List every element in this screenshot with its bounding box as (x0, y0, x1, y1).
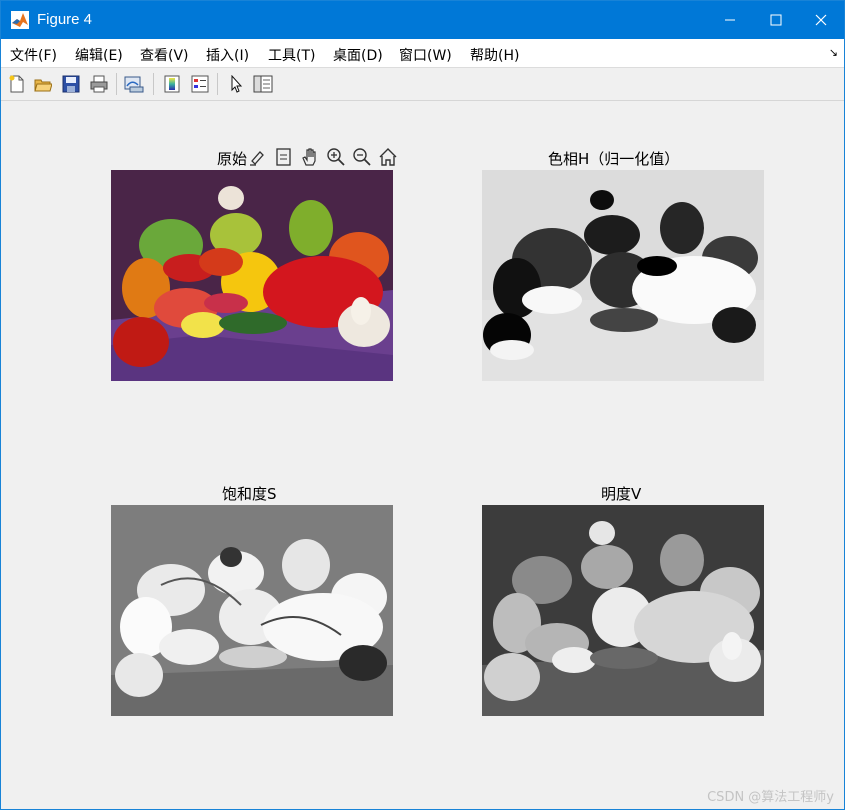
restore-view-home-icon[interactable] (377, 146, 399, 168)
menu-edit[interactable]: 编辑(E) (75, 45, 123, 65)
menu-desktop[interactable]: 桌面(D) (333, 45, 383, 65)
menu-file[interactable]: 文件(F) (10, 45, 57, 65)
minimize-button[interactable] (707, 1, 753, 39)
image-saturation-channel[interactable] (111, 505, 393, 716)
saturation-grayscale-image (111, 505, 393, 716)
watermark-text: CSDN @算法工程师y (707, 790, 834, 805)
new-figure-icon[interactable] (5, 72, 29, 96)
figure-canvas[interactable]: 原始 色相H（归一化值） 饱和度S 明度V CSDN @算法工程师y (1, 101, 844, 809)
image-hue-channel[interactable] (482, 170, 764, 381)
data-tips-icon[interactable] (273, 146, 295, 168)
menu-view[interactable]: 查看(V) (140, 45, 189, 65)
subplot-title-hue: 色相H（归一化值） (548, 150, 680, 168)
close-icon (815, 14, 827, 26)
hue-grayscale-image (482, 170, 764, 381)
toolbar-separator (116, 73, 117, 95)
menu-tools[interactable]: 工具(T) (268, 45, 315, 65)
matlab-logo-icon (11, 11, 29, 29)
window-title: Figure 4 (37, 11, 93, 28)
maximize-button[interactable] (753, 1, 799, 39)
menu-insert[interactable]: 插入(I) (206, 45, 249, 65)
pan-hand-icon[interactable] (299, 146, 321, 168)
insert-legend-icon[interactable] (188, 72, 212, 96)
close-button[interactable] (798, 1, 844, 39)
value-grayscale-image (482, 505, 764, 716)
maximize-icon (770, 14, 782, 26)
title-bar[interactable]: Figure 4 (1, 1, 844, 39)
zoom-in-icon[interactable] (325, 146, 347, 168)
insert-colorbar-icon[interactable] (160, 72, 184, 96)
edit-plot-pointer-icon[interactable] (224, 72, 248, 96)
axes-toolbar (247, 145, 399, 169)
menu-bar: 文件(F) 编辑(E) 查看(V) 插入(I) 工具(T) 桌面(D) 窗口(W… (1, 39, 844, 68)
peppers-color-image (111, 170, 393, 381)
property-inspector-icon[interactable] (251, 72, 275, 96)
menu-help[interactable]: 帮助(H) (470, 45, 519, 65)
print-icon[interactable] (87, 72, 111, 96)
toolbar-separator (153, 73, 154, 95)
image-value-channel[interactable] (482, 505, 764, 716)
image-original-peppers[interactable] (111, 170, 393, 381)
minimize-icon (725, 19, 735, 21)
open-file-icon[interactable] (31, 72, 55, 96)
menu-dock-arrow-icon[interactable]: ↘ (829, 46, 838, 59)
toolbar-separator (217, 73, 218, 95)
subplot-title-saturation: 饱和度S (222, 485, 277, 503)
zoom-out-icon[interactable] (351, 146, 373, 168)
brush-icon[interactable] (247, 146, 269, 168)
save-icon[interactable] (59, 72, 83, 96)
link-plot-icon[interactable] (122, 72, 146, 96)
menu-window[interactable]: 窗口(W) (399, 45, 452, 65)
figure-window: Figure 4 文件(F) 编辑(E) 查看(V) 插入(I) 工具(T) 桌… (0, 0, 845, 810)
subplot-title-value: 明度V (601, 485, 642, 503)
figure-toolbar (1, 68, 844, 101)
subplot-title-original: 原始 (217, 150, 248, 168)
